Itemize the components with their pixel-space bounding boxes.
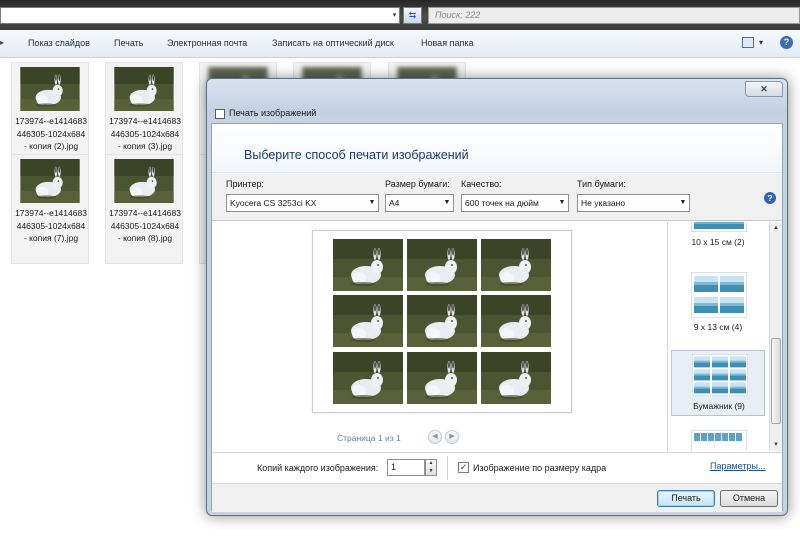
scroll-down-icon[interactable]: ▼	[770, 439, 782, 451]
file-name: 173974--e1414683 446305-1024x684- копия (…	[109, 208, 181, 243]
copies-stepper[interactable]: ▲ ▼	[425, 459, 437, 476]
print-submit-button[interactable]: Печать	[657, 490, 715, 507]
address-dropdown-icon[interactable]: ▾	[389, 8, 400, 23]
scroll-thumb[interactable]	[771, 338, 781, 424]
layout-preview-icon	[691, 222, 747, 232]
printer-value: Kyocera CS 3253ci KX	[230, 198, 317, 208]
preview-photo	[333, 295, 403, 347]
help-icon[interactable]: ?	[764, 192, 776, 204]
paper-type-select[interactable]: Не указано ▼	[577, 194, 690, 212]
preview-photo	[333, 352, 403, 404]
file-name: 173974--e1414683 446305-1024x684- копия (…	[109, 116, 181, 151]
spin-up-icon[interactable]: ▲	[426, 460, 436, 468]
file-thumbnail	[110, 159, 178, 203]
layout-label: 9 x 13 см (4)	[693, 322, 743, 332]
copies-bar: Копий каждого изображения: 1 ▲ ▼ ✓ Изобр…	[212, 452, 782, 482]
options-link[interactable]: Параметры...	[710, 461, 765, 471]
file-name: 173974--e1414683 446305-1024x684- копия (…	[15, 208, 87, 243]
layout-list: 10 x 15 см (2) 9 x 13 см (4) Бумажник (9…	[669, 222, 782, 451]
file-name: 173974--e1414683 446305-1024x684- копия (…	[15, 116, 87, 151]
close-icon[interactable]: ✕	[745, 81, 783, 97]
preview-photo	[481, 352, 551, 404]
layout-preview-icon	[692, 354, 748, 396]
preview-photo	[407, 239, 477, 291]
previous-page-button[interactable]: ◀	[428, 430, 442, 444]
dialog-heading: Выберите способ печати изображений	[244, 148, 469, 162]
printer-select[interactable]: Kyocera CS 3253ci KX ▼	[226, 194, 379, 212]
file-thumbnail	[16, 159, 84, 203]
copies-label: Копий каждого изображения:	[257, 463, 379, 473]
chevron-down-icon: ▼	[558, 199, 566, 206]
dialog-title: Печать изображений	[229, 108, 317, 118]
next-page-button[interactable]: ▶	[445, 430, 459, 444]
view-dropdown-icon[interactable]: ▾	[759, 38, 763, 47]
toolbar-overflow-icon[interactable]: ▸	[0, 38, 4, 47]
quality-select[interactable]: 600 точек на дюйм ▼	[461, 194, 569, 212]
email-button[interactable]: Электронная почта	[167, 38, 247, 48]
layout-item-10x15[interactable]: 10 x 15 см (2)	[671, 222, 765, 252]
layout-preview-icon	[691, 430, 747, 451]
preview-photo	[333, 239, 403, 291]
printer-label: Принтер:	[226, 179, 265, 189]
print-button[interactable]: Печать	[114, 38, 143, 48]
fit-picture-label[interactable]: Изображение по размеру кадра	[473, 463, 606, 473]
scroll-up-icon[interactable]: ▲	[770, 222, 782, 234]
preview-photo	[407, 352, 477, 404]
paper-type-label: Тип бумаги:	[577, 179, 626, 189]
refresh-icon[interactable]: ⇆	[403, 7, 422, 24]
print-preview: Страница 1 из 1 ◀ ▶	[212, 222, 668, 451]
file-item[interactable]: 173974--e1414683 446305-1024x684- копия (…	[11, 154, 89, 264]
chevron-down-icon: ▼	[679, 199, 687, 206]
preview-photo	[481, 295, 551, 347]
layout-item-contact-sheet[interactable]	[671, 430, 765, 451]
quality-value: 600 точек на дюйм	[465, 198, 539, 208]
search-input[interactable]: Поиск: 222	[428, 7, 800, 24]
divider	[447, 456, 448, 480]
file-thumbnail	[110, 67, 178, 111]
print-options: Принтер: Kyocera CS 3253ci KX ▼ Размер б…	[212, 174, 782, 221]
preview-page	[312, 230, 572, 413]
paper-type-value: Не указано	[581, 198, 626, 208]
preview-photo	[481, 239, 551, 291]
help-icon[interactable]: ?	[780, 36, 793, 49]
cancel-button[interactable]: Отмена	[720, 490, 778, 507]
view-options-icon[interactable]	[742, 37, 754, 48]
copies-input[interactable]: 1	[387, 459, 425, 476]
quality-label: Качество:	[461, 179, 502, 189]
chevron-down-icon: ▼	[443, 199, 451, 206]
dialog-header: Выберите способ печати изображений	[212, 124, 782, 173]
layout-item-wallet[interactable]: Бумажник (9)	[671, 350, 765, 416]
file-thumbnail	[16, 67, 84, 111]
paper-size-select[interactable]: A4 ▼	[385, 194, 454, 212]
button-bar: Печать Отмена	[212, 483, 782, 512]
slideshow-button[interactable]: Показ слайдов	[28, 38, 90, 48]
address-bar[interactable]: ▾	[0, 7, 400, 24]
spin-down-icon[interactable]: ▼	[426, 468, 436, 476]
paper-size-label: Размер бумаги:	[385, 179, 450, 189]
layout-scrollbar[interactable]: ▲ ▼	[769, 222, 782, 451]
page-indicator: Страница 1 из 1	[337, 433, 401, 443]
printer-icon	[215, 109, 225, 119]
dialog-body: Выберите способ печати изображений Принт…	[211, 123, 783, 512]
preview-photo	[407, 295, 477, 347]
fit-picture-checkbox[interactable]: ✓	[458, 462, 469, 473]
explorer-titlebar: ▾ ⇆ Поиск: 222	[0, 0, 800, 30]
print-pictures-dialog: ✕ Печать изображений Выберите способ печ…	[206, 78, 788, 516]
chevron-down-icon: ▼	[368, 199, 376, 206]
explorer-toolbar: ▸ Показ слайдов Печать Электронная почта…	[0, 30, 800, 58]
file-item[interactable]: 173974--e1414683 446305-1024x684- копия (…	[105, 154, 183, 264]
layout-label: Бумажник (9)	[693, 401, 745, 411]
paper-size-value: A4	[389, 198, 400, 208]
layout-item-9x13[interactable]: 9 x 13 см (4)	[671, 266, 765, 336]
layout-preview-icon	[691, 272, 747, 318]
layout-label: 10 x 15 см (2)	[691, 237, 745, 247]
burn-disc-button[interactable]: Записать на оптический диск	[272, 38, 394, 48]
new-folder-button[interactable]: Новая папка	[421, 38, 473, 48]
